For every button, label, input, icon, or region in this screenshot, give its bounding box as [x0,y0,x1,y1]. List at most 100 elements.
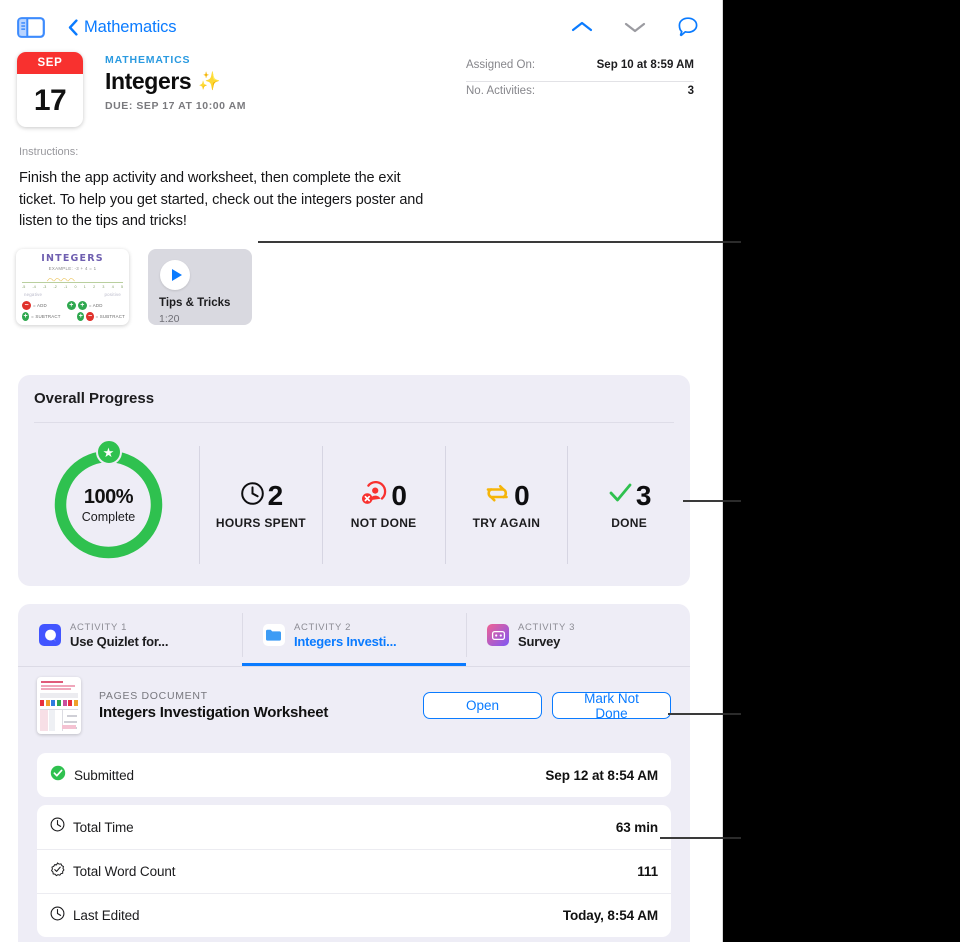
progress-stats: 2 HOURS SPENT 0 NOT DONE 0 TRY AGAIN 3 D… [199,445,690,564]
pages-document-thumbnail[interactable] [37,677,81,734]
due-date-calendar-icon: SEP 17 [17,52,83,127]
poster-number-line [22,282,123,283]
tab-activity-1[interactable]: ACTIVITY 1 Use Quizlet for... [18,604,242,666]
attachment-integers-poster[interactable]: INTEGERS EXAMPLE: -3 + 4 = 1 -5 -4 -3 -2… [16,249,129,325]
detail-row-total-time: Total Time 63 min [37,805,671,849]
poster-tick: -5 [22,285,26,289]
navigation-bar: Mathematics [0,0,723,52]
stat-value: 2 [267,479,284,511]
overall-progress-title: Overall Progress [34,390,155,407]
minus-sign-icon: − [22,301,31,310]
document-name: Integers Investigation Worksheet [99,704,329,721]
poster-axis-words: negative positive [24,292,121,297]
poster-tick: -1 [64,285,68,289]
mark-not-done-button[interactable]: Mark Not Done [552,691,671,721]
active-tab-indicator [242,663,466,666]
person-x-icon [361,480,388,511]
detail-left: Total Word Count [50,861,176,882]
page-title: Integers [105,68,192,94]
check-circle-icon [50,765,66,786]
poster-tick: 5 [120,285,123,289]
attachment-tips-and-tricks-video[interactable]: Tips & Tricks 1:20 [148,249,252,325]
chevron-down-icon[interactable] [622,14,648,40]
poster-rule-text: = ADD [33,303,47,308]
poster-rule-text: = SUBTRACT [95,314,126,319]
stat-not-done: 0 NOT DONE [321,445,445,564]
chevron-left-icon [68,18,78,36]
star-icon: ★ [95,439,122,465]
calendar-day: 17 [33,83,67,117]
assignment-header: SEP 17 MATHEMATICS Integers ✨ DUE: SEP 1… [0,52,723,140]
attachment-list: INTEGERS EXAMPLE: -3 + 4 = 1 -5 -4 -3 -2… [16,249,252,325]
instructions-label: Instructions: [19,146,79,158]
activity-document-row: PAGES DOCUMENT Integers Investigation Wo… [18,667,690,744]
callout-line-mark-not-done [668,713,723,715]
tab-text: ACTIVITY 2 Integers Investi... [294,622,396,649]
thumb-grid [40,709,78,731]
poster-rule-text: = SUBTRACT [31,314,61,319]
thumb-line [64,721,77,723]
overall-progress-card: Overall Progress 100% Complete ★ 2 HOURS… [18,375,690,586]
tab-name: Use Quizlet for... [70,633,169,649]
page-right-edge [722,0,723,942]
tab-activity-2[interactable]: ACTIVITY 2 Integers Investi... [242,604,466,666]
callout-line-attachments [258,241,723,243]
comment-bubble-icon[interactable] [675,14,701,40]
poster-rule-rows: − = ADD + + = ADD + = SUBTRACT + − = SUB… [22,300,125,322]
video-title: Tips & Tricks [159,297,231,309]
progress-ring-wrapper: 100% Complete ★ [18,439,199,562]
plus-sign-icon: + [77,301,87,310]
stat-top: 0 [361,480,407,512]
stat-top: 2 [240,480,283,512]
quizlet-app-icon [39,624,61,646]
play-icon[interactable] [160,260,190,290]
plus-sign-icon: + [22,312,30,321]
progress-percent: 100% [83,485,134,508]
thumb-chips [40,700,78,706]
stat-done: 3 DONE [567,445,690,564]
back-button[interactable]: Mathematics [68,15,177,39]
poster-rule-row: + = SUBTRACT + − = SUBTRACT [22,311,125,322]
survey-app-icon [487,624,509,646]
open-button[interactable]: Open [423,692,542,719]
sidebar-toggle-icon[interactable] [17,17,45,38]
assignment-title-row: Integers ✨ [105,68,246,95]
submitted-left: Submitted [50,765,134,786]
detail-row-last-edited: Last Edited Today, 8:54 AM [37,893,671,937]
poster-right-word: positive [104,292,121,297]
calendar-month: SEP [17,52,83,74]
overall-progress-body: 100% Complete ★ 2 HOURS SPENT 0 NOT DONE… [18,423,690,586]
poster-rule-row: − = ADD + + = ADD [22,300,125,311]
assignment-detail-page: Mathematics SEP 17 MATHEMATICS Integers … [0,0,723,942]
tab-activity-3[interactable]: ACTIVITY 3 Survey [466,604,690,666]
detail-left: Total Time [50,817,134,837]
callout-stub-mark-not-done [723,713,741,715]
stat-label: HOURS SPENT [215,515,306,530]
poster-tick: -3 [43,285,47,289]
due-date-text: DUE: SEP 17 AT 10:00 AM [105,100,247,112]
document-text: PAGES DOCUMENT Integers Investigation Wo… [99,690,328,721]
poster-tick-labels: -5 -4 -3 -2 -1 0 1 2 3 4 5 [22,285,123,291]
thumb-line [41,681,63,683]
activities-card: ACTIVITY 1 Use Quizlet for... ACTIVITY 2… [18,604,690,942]
course-name: MATHEMATICS [105,54,191,66]
badge-check-icon [50,861,65,882]
poster-tick: 4 [111,285,114,289]
tab-name: Survey [518,633,561,649]
stat-value: 0 [514,479,530,511]
detail-left: Last Edited [50,906,140,926]
poster-rule-text: = ADD [88,303,103,308]
stat-value: 3 [635,479,652,511]
poster-number-line-arcs [47,278,75,282]
poster-tick: 0 [74,285,77,289]
instructions-body: Finish the app activity and worksheet, t… [19,170,424,229]
stat-hours-spent: 2 HOURS SPENT [199,445,322,564]
tab-kicker: ACTIVITY 3 [518,621,576,633]
progress-caption: Complete [81,509,136,524]
meta-key: Assigned On: [466,59,536,71]
tab-kicker: ACTIVITY 1 [70,621,128,633]
poster-tick: 1 [83,285,86,289]
meta-value: Sep 10 at 8:59 AM [596,59,694,71]
chevron-up-icon[interactable] [569,14,595,40]
stat-label: TRY AGAIN [472,515,541,530]
